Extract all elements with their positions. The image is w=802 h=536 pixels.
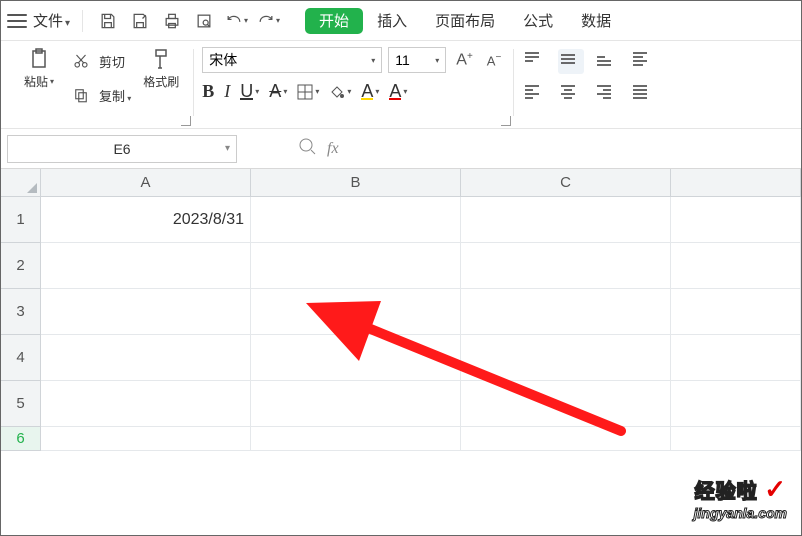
cell-a1[interactable]: 2023/8/31: [41, 197, 251, 243]
cell[interactable]: [461, 197, 671, 243]
row-header[interactable]: 3: [1, 289, 41, 335]
cell[interactable]: [41, 335, 251, 381]
cell[interactable]: [41, 381, 251, 427]
row-header[interactable]: 1: [1, 197, 41, 243]
print-icon[interactable]: [159, 8, 185, 34]
select-all-corner[interactable]: [1, 169, 41, 197]
align-bottom-icon[interactable]: [594, 49, 620, 74]
align-justify-icon[interactable]: [630, 81, 656, 106]
tab-insert[interactable]: 插入: [363, 1, 421, 40]
group-alignment: [514, 47, 664, 126]
orientation-icon[interactable]: [630, 49, 656, 74]
row-header[interactable]: 5: [1, 381, 41, 427]
divider: [82, 10, 83, 32]
fx-label[interactable]: fx: [327, 140, 339, 158]
cell[interactable]: [671, 243, 801, 289]
row-header[interactable]: 4: [1, 335, 41, 381]
row-header[interactable]: 2: [1, 243, 41, 289]
cell[interactable]: [251, 243, 461, 289]
cell[interactable]: [251, 427, 461, 451]
cell[interactable]: [461, 243, 671, 289]
cell[interactable]: [41, 243, 251, 289]
bold-button[interactable]: B: [202, 81, 214, 102]
fill-color-button[interactable]: ▾: [329, 84, 351, 100]
font-size-select[interactable]: 11▾: [388, 47, 446, 73]
file-menu[interactable]: 文件▾: [33, 10, 70, 31]
tab-page-layout[interactable]: 页面布局: [421, 1, 509, 40]
align-center-icon[interactable]: [558, 81, 584, 106]
cell[interactable]: [461, 427, 671, 451]
cell[interactable]: [251, 289, 461, 335]
col-header-a[interactable]: A: [41, 169, 251, 197]
cell[interactable]: [671, 335, 801, 381]
save-icon[interactable]: [95, 8, 121, 34]
cell[interactable]: [671, 427, 801, 451]
cell[interactable]: [251, 335, 461, 381]
cell[interactable]: [671, 289, 801, 335]
format-painter-button[interactable]: 格式刷: [137, 47, 185, 90]
font-name-select[interactable]: 宋体▾: [202, 47, 382, 73]
increase-font-button[interactable]: A+: [452, 51, 477, 70]
cut-button[interactable]: 剪切: [69, 47, 131, 75]
highlight-button[interactable]: A▾: [361, 84, 379, 100]
align-top-icon[interactable]: [522, 49, 548, 74]
decrease-font-button[interactable]: A−: [483, 52, 506, 69]
underline-button[interactable]: U▾: [240, 84, 259, 100]
align-left-icon[interactable]: [522, 81, 548, 106]
cell[interactable]: [671, 381, 801, 427]
row-header[interactable]: 6: [1, 427, 41, 451]
align-middle-v-icon[interactable]: [558, 49, 584, 74]
cell[interactable]: [41, 289, 251, 335]
border-button[interactable]: ▾: [297, 84, 319, 100]
cell[interactable]: [251, 381, 461, 427]
font-color-button[interactable]: A▾: [389, 84, 407, 100]
watermark: 经验啦 ✓ jingyanla.com: [694, 474, 787, 521]
cell[interactable]: [461, 335, 671, 381]
paste-button[interactable]: 粘贴▾: [15, 47, 63, 90]
copy-button[interactable]: 复制 ▾: [69, 81, 131, 109]
cell[interactable]: [251, 197, 461, 243]
group-font: 宋体▾ 11▾ A+ A− B I U▾ A▾ ▾ ▾ A▾ A▾: [194, 47, 513, 126]
spreadsheet-grid[interactable]: A B C 1 2023/8/31 2 3 4 5 6: [1, 169, 801, 451]
tab-data[interactable]: 数据: [567, 1, 625, 40]
tab-formula[interactable]: 公式: [509, 1, 567, 40]
group-clipboard: 粘贴▾ 剪切 复制 ▾ 格式刷: [7, 47, 193, 126]
col-header-c[interactable]: C: [461, 169, 671, 197]
cell[interactable]: [41, 427, 251, 451]
redo-icon[interactable]: ▾: [255, 8, 281, 34]
undo-icon[interactable]: ▾: [223, 8, 249, 34]
menu-icon[interactable]: [7, 14, 27, 28]
tab-home[interactable]: 开始: [305, 8, 363, 34]
align-right-icon[interactable]: [594, 81, 620, 106]
cell[interactable]: [671, 197, 801, 243]
print-preview-icon[interactable]: [191, 8, 217, 34]
group-launcher-icon[interactable]: [181, 116, 191, 126]
italic-button[interactable]: I: [224, 81, 230, 102]
strikethrough-button[interactable]: A▾: [269, 81, 287, 102]
cell[interactable]: [461, 289, 671, 335]
save-as-icon[interactable]: [127, 8, 153, 34]
col-header-d[interactable]: [671, 169, 801, 197]
col-header-b[interactable]: B: [251, 169, 461, 197]
group-launcher-icon[interactable]: [501, 116, 511, 126]
cell[interactable]: [461, 381, 671, 427]
cancel-formula-icon[interactable]: [297, 136, 317, 161]
name-box[interactable]: E6 ▾: [7, 135, 237, 163]
